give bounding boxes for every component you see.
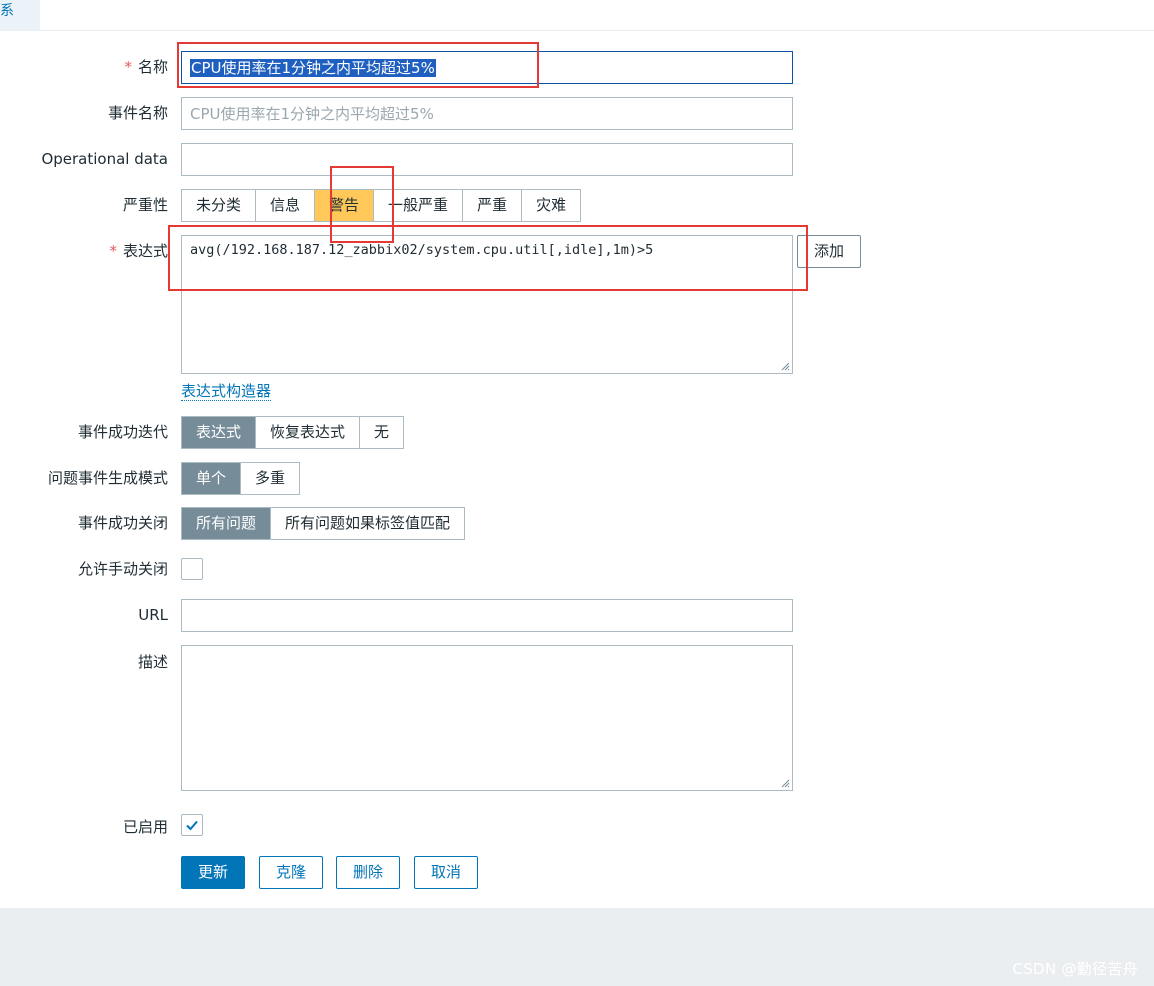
problem-mode-label: 问题事件生成模式: [47, 469, 168, 487]
ok-event-closes-selector: 所有问题 所有问题如果标签值匹配: [181, 507, 466, 540]
manual-close-checkbox[interactable]: [181, 558, 203, 580]
expression-label: * 表达式: [109, 242, 168, 260]
operational-data-label: Operational data: [41, 150, 168, 168]
expression-constructor-link[interactable]: 表达式构造器: [181, 382, 272, 401]
event-name-input[interactable]: CPU使用率在1分钟之内平均超过5%: [181, 97, 793, 130]
ok-event-generation-none[interactable]: 无: [360, 417, 403, 448]
resize-grip-icon[interactable]: [780, 361, 790, 371]
event-name-placeholder: CPU使用率在1分钟之内平均超过5%: [190, 105, 434, 123]
enabled-label: 已启用: [122, 818, 168, 836]
watermark: CSDN @勤径苦舟: [1012, 960, 1138, 978]
annotation-box-expression: [168, 225, 808, 291]
severity-not-classified[interactable]: 未分类: [182, 190, 257, 221]
tab-divider: [0, 30, 1154, 31]
ok-event-generation-expression[interactable]: 表达式: [182, 417, 257, 448]
page-footer: [0, 908, 1154, 986]
manual-close-label: 允许手动关闭: [77, 560, 168, 578]
url-label: URL: [138, 606, 168, 624]
tab-dependencies[interactable]: 关系: [0, 0, 14, 22]
ok-event-closes-all[interactable]: 所有问题: [182, 508, 272, 539]
description-textarea[interactable]: [181, 645, 793, 791]
problem-mode-single[interactable]: 单个: [182, 463, 242, 494]
description-label: 描述: [137, 653, 168, 671]
ok-event-closes-tag-match[interactable]: 所有问题如果标签值匹配: [271, 508, 464, 539]
cancel-button[interactable]: 取消: [414, 856, 478, 889]
annotation-box-name: [177, 42, 539, 88]
enabled-checkbox[interactable]: [181, 814, 203, 836]
resize-grip-icon[interactable]: [780, 778, 790, 788]
clone-button[interactable]: 克隆: [259, 856, 323, 889]
severity-high[interactable]: 严重: [463, 190, 523, 221]
name-label: * 名称: [124, 58, 168, 76]
problem-mode-multiple[interactable]: 多重: [241, 463, 299, 494]
url-input[interactable]: [181, 599, 793, 632]
checkmark-icon: [186, 820, 198, 831]
ok-event-generation-recovery[interactable]: 恢复表达式: [256, 417, 361, 448]
problem-mode-selector: 单个 多重: [181, 462, 301, 495]
severity-disaster[interactable]: 灾难: [522, 190, 580, 221]
severity-label: 严重性: [122, 196, 168, 214]
update-button[interactable]: 更新: [181, 856, 245, 889]
ok-event-generation-label: 事件成功迭代: [77, 423, 168, 441]
ok-event-generation-selector: 表达式 恢复表达式 无: [181, 416, 405, 449]
event-name-label: 事件名称: [107, 104, 168, 122]
operational-data-input[interactable]: [181, 143, 793, 176]
severity-information[interactable]: 信息: [256, 190, 316, 221]
ok-event-closes-label: 事件成功关闭: [77, 514, 168, 532]
delete-button[interactable]: 删除: [336, 856, 400, 889]
